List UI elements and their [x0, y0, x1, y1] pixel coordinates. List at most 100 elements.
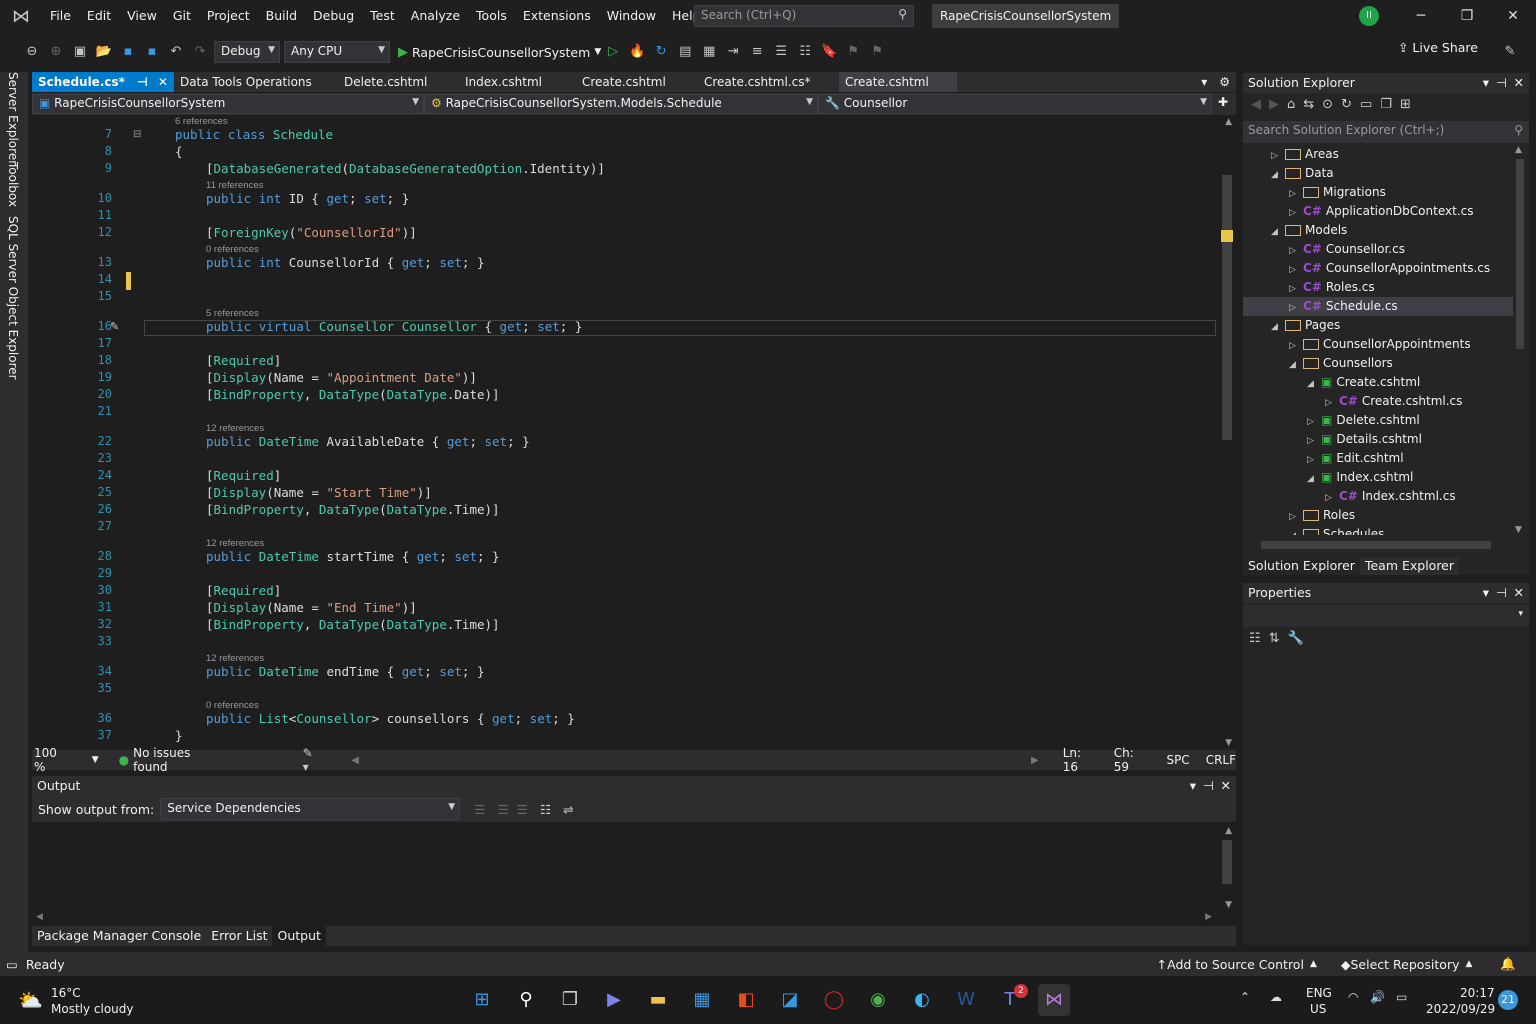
- language-primary[interactable]: ENG: [1306, 986, 1332, 1000]
- codelens-references[interactable]: 6 references: [175, 116, 228, 127]
- notification-count[interactable]: 21: [1498, 990, 1518, 1010]
- property-pages-icon[interactable]: 🔧: [1288, 631, 1312, 646]
- tree-node-index-cshtml[interactable]: ◢ ▣ Index.cshtml: [1307, 468, 1413, 487]
- volume-icon[interactable]: 🔊: [1370, 990, 1385, 1004]
- undo-icon[interactable]: ↶: [166, 42, 186, 62]
- word-icon[interactable]: W: [950, 984, 982, 1016]
- preview-icon[interactable]: ⊞: [1400, 97, 1419, 112]
- layout-icon[interactable]: ▦: [699, 42, 719, 62]
- tree-node-counsellors-folder[interactable]: ◢ Counsellors: [1289, 354, 1393, 373]
- search-input[interactable]: Search (Ctrl+Q) ⚲: [694, 5, 914, 27]
- tab-package-manager-console[interactable]: Package Manager Console: [32, 926, 206, 946]
- tree-node-schedule-cs[interactable]: ▷ C# Schedule.cs: [1243, 297, 1513, 316]
- close-icon[interactable]: ✕: [1514, 73, 1524, 93]
- menu-debug[interactable]: Debug: [305, 0, 362, 32]
- outline-icon[interactable]: ≡: [747, 42, 767, 62]
- save-icon[interactable]: ▪: [118, 42, 138, 62]
- start-without-debugging-icon[interactable]: ▷: [603, 42, 623, 62]
- codelens-references[interactable]: 12 references: [206, 538, 264, 549]
- battery-icon[interactable]: ▭: [1396, 990, 1407, 1004]
- back-icon[interactable]: ⊖: [22, 42, 42, 62]
- collapse-icon[interactable]: ◢: [1271, 223, 1285, 242]
- scroll-left-icon[interactable]: ◀: [351, 755, 359, 766]
- tree-node-migrations[interactable]: ▷ Migrations: [1289, 183, 1386, 202]
- tab-index-cshtml[interactable]: Index.cshtml: [459, 72, 576, 92]
- switch-views-icon[interactable]: ⇆: [1303, 97, 1322, 112]
- scroll-up-icon[interactable]: ▲: [1225, 826, 1232, 836]
- tree-node-areas[interactable]: ▷ Areas: [1271, 145, 1339, 164]
- tree-node-counsellor-cs[interactable]: ▷ C# Counsellor.cs: [1289, 240, 1405, 259]
- language-secondary[interactable]: US: [1310, 1002, 1326, 1016]
- collapse-icon[interactable]: ⊟: [133, 129, 141, 140]
- forward-icon[interactable]: ▶: [1269, 97, 1287, 112]
- search-icon[interactable]: ⚲: [510, 984, 542, 1016]
- task-view-icon[interactable]: ❐: [554, 984, 586, 1016]
- scroll-up-icon[interactable]: ▲: [1225, 117, 1232, 127]
- menu-project[interactable]: Project: [199, 0, 258, 32]
- scroll-left-icon[interactable]: ◀: [36, 912, 43, 922]
- collapse-icon[interactable]: ◢: [1289, 527, 1303, 535]
- refresh-icon[interactable]: ↻: [651, 42, 671, 62]
- file-explorer-icon[interactable]: ▬: [642, 984, 674, 1016]
- pin-icon[interactable]: ⊣: [1496, 73, 1507, 93]
- tree-node-index-cshtml-cs[interactable]: ▷ C# Index.cshtml.cs: [1325, 487, 1456, 506]
- next-message-icon[interactable]: ☰: [517, 802, 528, 817]
- platform-select[interactable]: Any CPU ▼: [284, 41, 390, 63]
- onedrive-icon[interactable]: ☁: [1270, 990, 1282, 1004]
- sync-icon[interactable]: ↻: [1341, 97, 1360, 112]
- solution-tree-scrollbar[interactable]: ▲ ▼: [1515, 145, 1525, 535]
- tab-schedule-cs[interactable]: Schedule.cs* ⊣ ✕: [32, 72, 174, 92]
- codelens-references[interactable]: 0 references: [206, 244, 259, 255]
- menu-window[interactable]: Window: [599, 0, 664, 32]
- codelens-references[interactable]: 12 references: [206, 423, 264, 434]
- scroll-down-icon[interactable]: ▼: [1515, 525, 1522, 535]
- tree-node-counsellorappointments-cs[interactable]: ▷ C# CounsellorAppointments.cs: [1289, 259, 1490, 278]
- tab-error-list[interactable]: Error List: [206, 926, 272, 946]
- select-repository[interactable]: Select Repository: [1350, 957, 1459, 972]
- comment-icon[interactable]: ☰: [771, 42, 791, 62]
- store-icon[interactable]: ▦: [686, 984, 718, 1016]
- notification-bell-icon[interactable]: 🔔: [1500, 956, 1516, 972]
- tab-create-cshtml-preview[interactable]: Create.cshtml: [838, 72, 957, 92]
- add-to-source-control[interactable]: Add to Source Control: [1167, 957, 1304, 972]
- close-icon[interactable]: ✕: [158, 75, 168, 89]
- start-icon[interactable]: ⊞: [466, 984, 498, 1016]
- weather-icon[interactable]: ⛅: [18, 988, 43, 1012]
- collapse-icon[interactable]: ◢: [1307, 375, 1321, 394]
- chevron-up-icon[interactable]: ⌃: [1240, 990, 1250, 1004]
- tab-create-cshtml[interactable]: Create.cshtml: [576, 72, 698, 92]
- forward-icon[interactable]: ⊕: [46, 42, 66, 62]
- codelens-references[interactable]: 11 references: [206, 180, 263, 191]
- scroll-down-icon[interactable]: ▼: [1225, 900, 1232, 910]
- pin-icon[interactable]: ⊣: [1496, 583, 1507, 603]
- minimize-button[interactable]: ─: [1398, 0, 1444, 32]
- issues-status[interactable]: No issues found: [133, 746, 222, 774]
- pending-changes-icon[interactable]: ⊙: [1322, 97, 1341, 112]
- run-button[interactable]: ▶ RapeCrisisCounsellorSystem ▼: [398, 45, 601, 60]
- pin-icon[interactable]: ⊣: [137, 75, 148, 89]
- menu-git[interactable]: Git: [165, 0, 199, 32]
- sql-server-object-explorer-tab[interactable]: SQL Server Object Explorer: [6, 216, 20, 380]
- codelens-references[interactable]: 0 references: [206, 700, 259, 711]
- new-project-icon[interactable]: ▣: [70, 42, 90, 62]
- split-icon[interactable]: ✚: [1212, 94, 1236, 114]
- clear-all-icon[interactable]: ☷: [540, 802, 551, 817]
- configuration-select[interactable]: Debug ▼: [214, 41, 280, 63]
- scroll-right-icon[interactable]: ▶: [1205, 912, 1212, 922]
- server-explorer-tab[interactable]: Server Explorer: [6, 72, 20, 165]
- collapse-icon[interactable]: ◢: [1271, 166, 1285, 185]
- chevron-down-icon[interactable]: ▼: [92, 755, 99, 765]
- horizontal-scrollbar-thumb[interactable]: [1261, 541, 1491, 549]
- pin-icon[interactable]: ⊣: [1203, 776, 1214, 796]
- collapse-icon[interactable]: ◢: [1289, 356, 1303, 375]
- menu-build[interactable]: Build: [258, 0, 305, 32]
- tree-node-applicationdbcontext[interactable]: ▷ C# ApplicationDbContext.cs: [1289, 202, 1473, 221]
- chevron-down-icon[interactable]: ▾: [1483, 583, 1489, 603]
- tab-output[interactable]: Output: [272, 926, 326, 946]
- maximize-button[interactable]: ❐: [1444, 0, 1490, 32]
- scroll-up-icon[interactable]: ▲: [1515, 145, 1522, 155]
- feedback-icon[interactable]: ✎: [1500, 42, 1520, 62]
- tree-node-counsellorappointments-folder[interactable]: ▷ CounsellorAppointments: [1289, 335, 1471, 354]
- tree-node-create-cshtml[interactable]: ◢ ▣ Create.cshtml: [1307, 373, 1420, 392]
- scroll-right-icon[interactable]: ▶: [1031, 755, 1039, 766]
